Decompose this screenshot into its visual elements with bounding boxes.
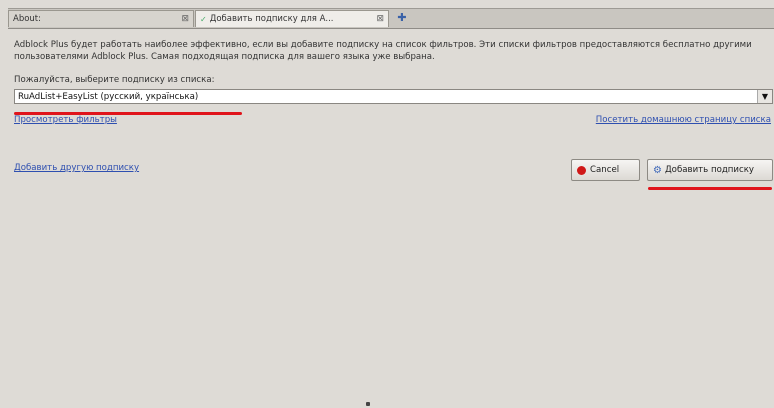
cancel-button-label: Cancel: [590, 165, 620, 175]
cancel-button[interactable]: Cancel: [571, 159, 640, 181]
new-tab-icon[interactable]: ✚: [396, 11, 408, 25]
tab-about-label: About:: [13, 14, 41, 24]
checkmark-icon: ✓: [200, 14, 207, 24]
tab-bar: About: ⊠ ✓ Добавить подписку для А... ⊠ …: [8, 8, 774, 29]
tab-add-subscription[interactable]: ✓ Добавить подписку для А... ⊠: [195, 10, 389, 27]
tab-about[interactable]: About: ⊠: [8, 10, 194, 27]
add-subscription-button[interactable]: ⚙ Добавить подписку: [647, 159, 773, 181]
view-filters-link[interactable]: Просмотреть фильтры: [14, 115, 117, 125]
close-tab-icon[interactable]: ⊠: [181, 14, 189, 24]
add-subscription-icon: ⚙: [653, 164, 662, 176]
mouse-cursor: [366, 402, 370, 406]
homepage-link[interactable]: Посетить домашнюю страницу списка: [596, 115, 771, 125]
add-subscription-button-label: Добавить подписку: [664, 165, 754, 175]
close-tab-icon[interactable]: ⊠: [376, 14, 384, 24]
subscription-select-value: RuAdList+EasyList (русский, українська): [18, 91, 199, 102]
subscription-select[interactable]: RuAdList+EasyList (русский, українська) …: [14, 89, 773, 104]
choose-subscription-label: Пожалуйста, выберите подписку из списка:: [14, 75, 215, 85]
tab-add-subscription-label: Добавить подписку для А...: [209, 14, 334, 24]
intro-text: Adblock Plus будет работать наиболее эфф…: [14, 40, 752, 62]
red-annotation-underline-button: [648, 187, 772, 190]
dropdown-arrow-icon[interactable]: ▼: [757, 90, 772, 103]
add-other-subscription-link[interactable]: Добавить другую подписку: [14, 163, 139, 173]
cancel-icon: [577, 165, 586, 175]
